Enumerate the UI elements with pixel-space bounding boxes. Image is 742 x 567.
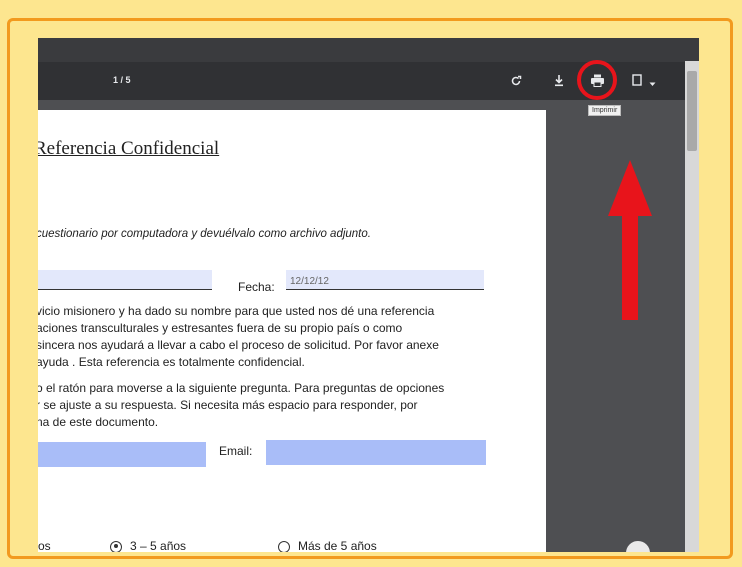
radio-label: 3 – 5 años	[130, 539, 187, 552]
pdf-viewer: 1 / 5 Imprimir Referencia Confidencial c…	[38, 38, 699, 552]
scrollbar[interactable]	[685, 61, 699, 552]
document-title: Referencia Confidencial	[38, 138, 220, 159]
paragraph-line: r se ajuste a su respuesta. Si necesita …	[38, 398, 418, 412]
fecha-label: Fecha:	[238, 280, 275, 294]
fecha-value: 12/12/12	[290, 276, 329, 287]
download-icon[interactable]	[553, 74, 565, 90]
radio-label: Más de 5 años	[298, 539, 377, 552]
print-tooltip: Imprimir	[588, 105, 622, 116]
zoom-fab-button[interactable]	[626, 541, 650, 552]
radio-more-than-5-years[interactable]: Más de 5 años	[278, 539, 377, 552]
rotate-icon[interactable]	[510, 75, 522, 90]
toolbar-strip	[38, 38, 699, 62]
red-arrow-icon	[608, 160, 652, 320]
chevron-down-icon[interactable]	[649, 76, 656, 90]
pdf-toolbar: 1 / 5	[38, 38, 699, 100]
pdf-page: Referencia Confidencial cuestionario por…	[38, 110, 546, 552]
paragraph-line: na de este documento.	[38, 415, 159, 429]
text-field[interactable]	[38, 442, 206, 467]
paragraph-line: o el ratón para moverse a la siguiente p…	[38, 381, 445, 395]
paragraph-line: vicio misionero y ha dado su nombre para…	[38, 304, 435, 318]
email-label: Email:	[219, 444, 253, 458]
radio-button[interactable]	[278, 540, 290, 552]
instruction-text: cuestionario por computadora y devuélval…	[38, 228, 371, 240]
paragraph-line: aciones transculturales y estresantes fu…	[38, 321, 403, 335]
radio-3-5-years[interactable]: 3 – 5 años	[110, 539, 186, 552]
print-highlight-circle	[577, 60, 617, 100]
scrollbar-thumb[interactable]	[687, 71, 697, 151]
bookmark-icon[interactable]	[632, 74, 642, 89]
option-label: os	[38, 539, 51, 552]
radio-button-selected[interactable]	[110, 540, 122, 552]
page-counter: 1 / 5	[113, 75, 131, 85]
paragraph-line: sincera nos ayudará a llevar a cabo el p…	[38, 338, 439, 352]
name-field[interactable]	[38, 270, 212, 290]
paragraph-line: ayuda . Esta referencia es totalmente co…	[38, 355, 305, 369]
email-field[interactable]	[266, 440, 486, 465]
